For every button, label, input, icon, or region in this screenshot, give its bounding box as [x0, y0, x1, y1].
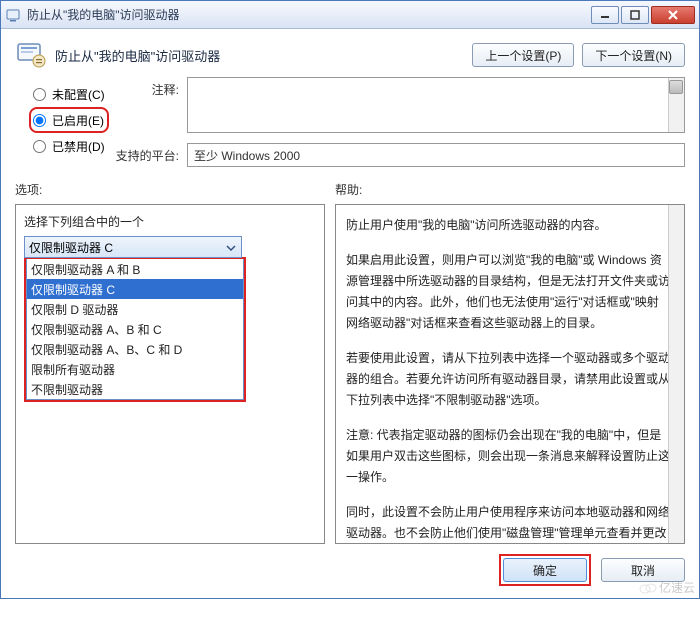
radio-enabled-input[interactable]	[33, 114, 46, 127]
dd-item-d[interactable]: 仅限制 D 驱动器	[27, 299, 243, 319]
platform-value: 至少 Windows 2000	[194, 147, 300, 164]
footer: 确定 取消 亿速云	[1, 544, 699, 598]
options-subheading: 选择下列组合中的一个	[24, 213, 316, 230]
platform-label: 支持的平台:	[115, 143, 187, 164]
watermark: 亿速云	[639, 579, 695, 596]
ok-button[interactable]: 确定	[503, 558, 587, 582]
maximize-button[interactable]	[621, 6, 649, 24]
help-p1: 防止用户使用"我的电脑"访问所选驱动器的内容。	[346, 215, 670, 236]
options-heading: 选项:	[15, 181, 325, 198]
dd-item-all[interactable]: 限制所有驱动器	[27, 359, 243, 379]
help-panel: 防止用户使用"我的电脑"访问所选驱动器的内容。 如果启用此设置，则用户可以浏览"…	[335, 204, 685, 544]
dialog-window: 防止从"我的电脑"访问驱动器 防止从"我的电脑"访问驱动器 上一个设置(P) 下…	[0, 0, 700, 599]
help-p4: 注意: 代表指定驱动器的图标仍会出现在"我的电脑"中，但是如果用户双击这些图标，…	[346, 425, 670, 488]
help-p2: 如果启用此设置，则用户可以浏览"我的电脑"或 Windows 资源管理器中所选驱…	[346, 250, 670, 334]
ok-highlight: 确定	[499, 554, 591, 586]
comment-scrollbar[interactable]	[668, 78, 684, 132]
dd-item-abc[interactable]: 仅限制驱动器 A、B 和 C	[27, 319, 243, 339]
options-panel: 选择下列组合中的一个 仅限制驱动器 C 仅限制驱动器 A 和 B 仅限制驱动器 …	[15, 204, 325, 544]
next-setting-button[interactable]: 下一个设置(N)	[582, 43, 685, 67]
header-row: 防止从"我的电脑"访问驱动器 上一个设置(P) 下一个设置(N)	[1, 29, 699, 77]
watermark-text: 亿速云	[659, 579, 695, 596]
chevron-down-icon	[223, 240, 238, 255]
platform-field: 至少 Windows 2000	[187, 143, 685, 167]
drive-dropdown-highlight: 仅限制驱动器 A 和 B 仅限制驱动器 C 仅限制 D 驱动器 仅限制驱动器 A…	[24, 257, 246, 402]
help-p5: 同时，此设置不会防止用户使用程序来访问本地驱动器和网络驱动器。也不会防止他们使用…	[346, 502, 670, 544]
radio-unconfigured-label: 未配置(C)	[52, 86, 105, 103]
minimize-button[interactable]	[591, 6, 619, 24]
help-scrollbar[interactable]	[668, 205, 684, 543]
radio-disabled-label: 已禁用(D)	[52, 138, 105, 155]
title-bar: 防止从"我的电脑"访问驱动器	[1, 1, 699, 29]
help-p3: 若要使用此设置，请从下拉列表中选择一个驱动器或多个驱动器的组合。若要允许访问所有…	[346, 348, 670, 411]
radio-enabled[interactable]: 已启用(E)	[29, 107, 109, 133]
radio-enabled-label: 已启用(E)	[52, 112, 104, 129]
window-title: 防止从"我的电脑"访问驱动器	[27, 6, 589, 23]
app-icon	[5, 7, 21, 23]
mid-area: 未配置(C) 已启用(E) 已禁用(D) 注释: 支持的平台	[1, 77, 699, 177]
help-text: 防止用户使用"我的电脑"访问所选驱动器的内容。 如果启用此设置，则用户可以浏览"…	[346, 215, 670, 544]
radio-unconfigured-input[interactable]	[33, 88, 46, 101]
comment-label: 注释:	[115, 77, 187, 98]
radio-disabled[interactable]: 已禁用(D)	[33, 133, 115, 159]
dd-item-none[interactable]: 不限制驱动器	[27, 379, 243, 399]
columns: 选项: 选择下列组合中的一个 仅限制驱动器 C 仅限制驱动器 A 和 B 仅限制…	[1, 177, 699, 544]
drive-dropdown[interactable]: 仅限制驱动器 A 和 B 仅限制驱动器 C 仅限制 D 驱动器 仅限制驱动器 A…	[26, 259, 244, 400]
header-title: 防止从"我的电脑"访问驱动器	[55, 46, 472, 65]
drive-combo[interactable]: 仅限制驱动器 C	[24, 236, 242, 258]
help-heading: 帮助:	[335, 181, 685, 198]
dd-item-abcd[interactable]: 仅限制驱动器 A、B、C 和 D	[27, 339, 243, 359]
radio-unconfigured[interactable]: 未配置(C)	[33, 81, 115, 107]
state-radio-group: 未配置(C) 已启用(E) 已禁用(D)	[15, 77, 115, 159]
prev-setting-button[interactable]: 上一个设置(P)	[472, 43, 574, 67]
drive-combo-value: 仅限制驱动器 C	[29, 239, 113, 256]
radio-disabled-input[interactable]	[33, 140, 46, 153]
close-button[interactable]	[651, 6, 695, 24]
policy-icon	[15, 39, 47, 71]
dd-item-ab[interactable]: 仅限制驱动器 A 和 B	[27, 259, 243, 279]
comment-textarea[interactable]	[187, 77, 685, 133]
dd-item-c[interactable]: 仅限制驱动器 C	[27, 279, 243, 299]
